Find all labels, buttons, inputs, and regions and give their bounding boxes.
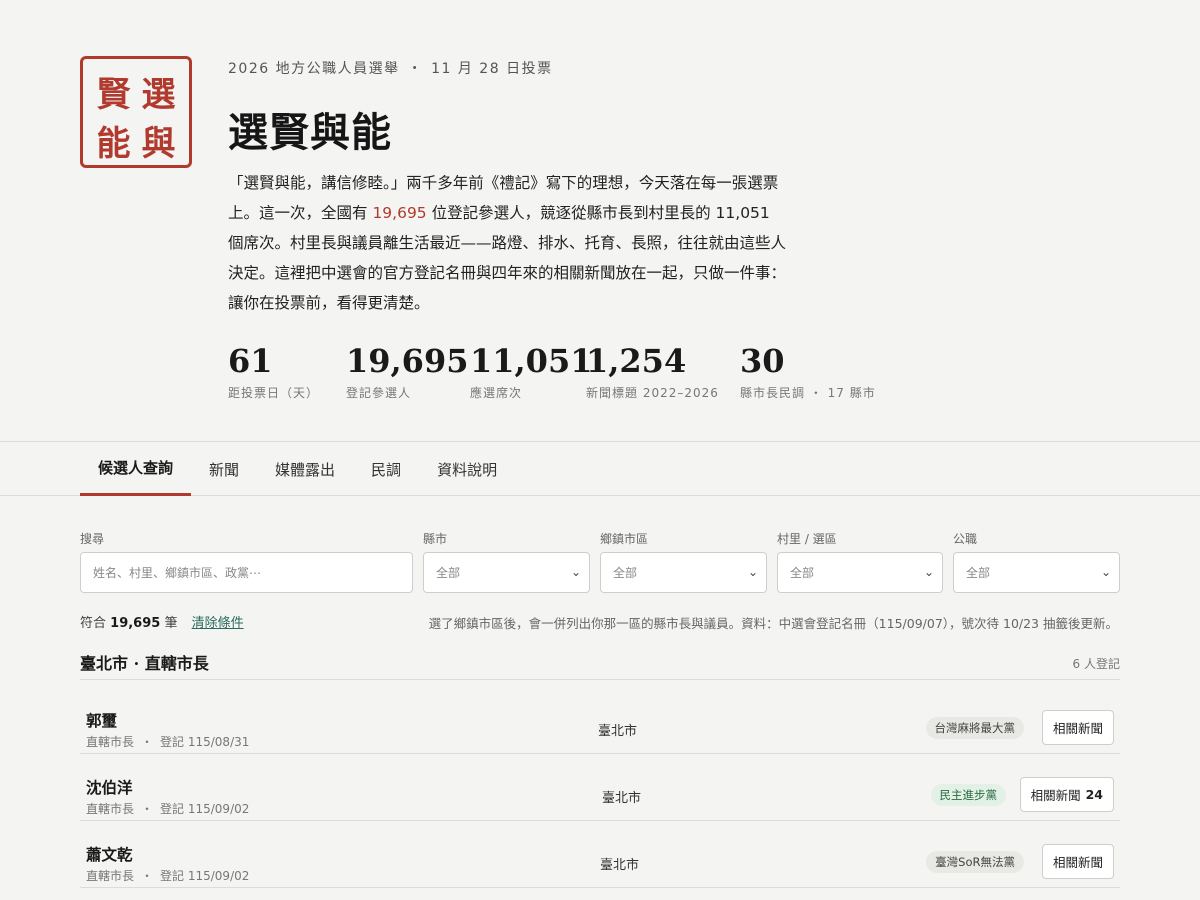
- clear-filters-link[interactable]: 清除條件: [192, 616, 244, 631]
- stat-value: 19,695: [346, 342, 469, 380]
- summary-prefix: 符合: [80, 616, 107, 631]
- candidate-office: 直轄市長: [86, 735, 135, 749]
- stat-value: 30: [740, 342, 785, 380]
- stat-news: 1,254 新聞標題 2022–2026: [586, 342, 740, 401]
- village-select[interactable]: 全部 ⌄: [777, 552, 943, 593]
- candidate-office: 直轄市長: [86, 869, 135, 883]
- select-value: 全部: [436, 566, 461, 580]
- search-label: 搜尋: [80, 532, 105, 546]
- separator-dot: ・: [141, 802, 154, 816]
- candidate-name: 蕭文乾: [86, 846, 133, 864]
- tab-polls[interactable]: 民調: [353, 442, 419, 496]
- result-summary: 符合 19,695 筆 清除條件: [80, 612, 244, 631]
- registration-date: 登記 115/09/02: [160, 802, 250, 816]
- select-value: 全部: [966, 566, 991, 580]
- separator-dot: ・: [141, 735, 154, 749]
- party-badge: 民主進步黨: [930, 784, 1006, 806]
- election-eyebrow: 2026 地方公職人員選舉・ 11 月 28 日投票: [228, 58, 553, 78]
- office-select[interactable]: 全部 ⌄: [953, 552, 1120, 593]
- data-source-note: 選了鄉鎮市區後，會一併列出你那一區的縣市長與議員。資料：中選會登記名冊（115/…: [428, 616, 1118, 631]
- vote-date: 11 月 28 日投票: [431, 61, 553, 77]
- office-label: 公職: [953, 532, 978, 546]
- stat-value: 1,254: [586, 342, 687, 380]
- page-title: 選賢與能: [228, 109, 392, 156]
- stat-days-left: 61 距投票日（天）: [228, 342, 346, 401]
- group-count: 6 人登記: [1072, 657, 1120, 671]
- divider: [80, 679, 1120, 680]
- select-value: 全部: [613, 566, 638, 580]
- search-input[interactable]: 姓名、村里、鄉鎮市區、政黨⋯: [80, 552, 413, 593]
- county-label: 縣市: [423, 532, 448, 546]
- candidate-row: 郭璽 直轄市長・登記 115/08/31 臺北市 台灣麻將最大黨 相關新聞: [80, 687, 1120, 754]
- election-name: 2026 地方公職人員選舉: [228, 61, 400, 77]
- candidate-name: 郭璽: [86, 712, 118, 730]
- related-news-button[interactable]: 相關新聞: [1041, 844, 1114, 879]
- separator-dot: ・: [141, 869, 154, 883]
- candidate-city: 臺北市: [600, 858, 640, 873]
- stat-label: 新聞標題 2022–2026: [586, 386, 719, 400]
- candidate-meta: 直轄市長・登記 115/08/31: [86, 733, 249, 750]
- township-label: 鄉鎮市區: [600, 532, 649, 546]
- group-title: 臺北市 · 直轄市長: [80, 654, 209, 673]
- stat-candidates: 19,695 登記參選人: [346, 342, 470, 401]
- summary-suffix: 筆: [164, 616, 178, 631]
- stat-polls: 30 縣市長民調 ・ 17 縣市: [740, 342, 890, 401]
- news-count: 24: [1085, 787, 1103, 802]
- tab-data-notes[interactable]: 資料說明: [419, 442, 515, 496]
- township-select[interactable]: 全部 ⌄: [600, 552, 767, 593]
- candidate-meta: 直轄市長・登記 115/09/02: [86, 867, 249, 884]
- intro-highlight-count: 19,695: [372, 204, 427, 222]
- candidate-office: 直轄市長: [86, 802, 135, 816]
- tab-media-exposure[interactable]: 媒體露出: [257, 442, 353, 496]
- tab-candidate-search[interactable]: 候選人查詢: [80, 442, 192, 496]
- stat-label: 距投票日（天）: [228, 386, 320, 400]
- button-label: 相關新聞: [1052, 721, 1103, 736]
- stat-seats: 11,051 應選席次: [470, 342, 593, 401]
- candidate-row: 沈伯洋 直轄市長・登記 115/09/02 臺北市 民主進步黨 相關新聞 24: [80, 754, 1120, 821]
- county-select[interactable]: 全部 ⌄: [423, 552, 590, 593]
- stat-label: 登記參選人: [346, 386, 412, 400]
- candidate-city: 臺北市: [598, 724, 638, 739]
- select-value: 全部: [790, 566, 815, 580]
- site-logo: 選 賢 與 能: [80, 56, 192, 168]
- village-label: 村里 / 選區: [777, 532, 837, 546]
- button-label: 相關新聞: [1052, 855, 1103, 870]
- tab-bar: 候選人查詢 新聞 媒體露出 民調 資料說明: [0, 441, 1200, 496]
- intro-paragraph: 「選賢與能，講信修睦。」兩千多年前《禮記》寫下的理想，今天落在每一張選票上。這一…: [228, 168, 788, 318]
- party-badge: 臺灣SoR無法黨: [926, 851, 1024, 873]
- logo-char: 選: [141, 75, 176, 115]
- chevron-down-icon: ⌄: [747, 565, 758, 579]
- tab-list: 候選人查詢 新聞 媒體露出 民調 資料說明: [80, 442, 515, 496]
- registration-date: 登記 115/09/02: [160, 869, 250, 883]
- related-news-button[interactable]: 相關新聞 24: [1019, 777, 1114, 812]
- chevron-down-icon: ⌄: [570, 565, 581, 579]
- related-news-button[interactable]: 相關新聞: [1041, 710, 1114, 745]
- chevron-down-icon: ⌄: [1100, 565, 1111, 579]
- chevron-down-icon: ⌄: [923, 565, 934, 579]
- candidate-meta: 直轄市長・登記 115/09/02: [86, 800, 249, 817]
- separator-dot: ・: [407, 61, 424, 77]
- result-count: 19,695: [110, 616, 161, 631]
- logo-char: 賢: [96, 75, 131, 115]
- registration-date: 登記 115/08/31: [160, 735, 250, 749]
- logo-char: 與: [141, 124, 176, 164]
- stat-label: 縣市長民調 ・ 17 縣市: [740, 386, 876, 400]
- stat-value: 61: [228, 342, 273, 380]
- party-badge: 台灣麻將最大黨: [925, 717, 1024, 739]
- stats-row: 61 距投票日（天） 19,695 登記參選人 11,051 應選席次 1,25…: [228, 342, 890, 401]
- logo-char: 能: [96, 124, 131, 164]
- button-label: 相關新聞: [1030, 788, 1081, 803]
- stat-value: 11,051: [470, 342, 593, 380]
- tab-news[interactable]: 新聞: [191, 442, 257, 496]
- candidate-row: 蕭文乾 直轄市長・登記 115/09/02 臺北市 臺灣SoR無法黨 相關新聞: [80, 821, 1120, 888]
- candidate-name: 沈伯洋: [86, 779, 133, 797]
- candidate-city: 臺北市: [602, 791, 642, 806]
- stat-label: 應選席次: [470, 386, 523, 400]
